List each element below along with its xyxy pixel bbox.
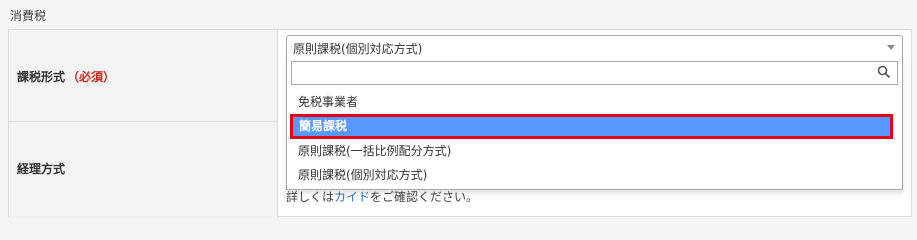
select-current-value: 原則課税(個別対応方式) [293, 42, 423, 56]
option-general-lump-sum[interactable]: 原則課税(一括比例配分方式) [287, 139, 902, 163]
help-text: 詳しくはカイドをご確認ください。 [286, 190, 479, 204]
option-tax-exempt[interactable]: 免税事業者 [287, 90, 902, 114]
accounting-label: 経理方式 [17, 162, 66, 176]
accounting-label-cell: 経理方式 [9, 122, 278, 218]
tax-method-label-cell: 課税形式 （必須） [9, 30, 278, 122]
option-general-individual[interactable]: 原則課税(個別対応方式) [287, 163, 902, 187]
search-input[interactable] [292, 62, 884, 84]
option-simplified-tax[interactable]: 簡易課税 [290, 114, 893, 139]
required-badge: （必須） [67, 70, 116, 84]
chevron-down-icon [887, 45, 895, 50]
search-field[interactable] [291, 61, 898, 85]
tax-method-select[interactable]: 原則課税(個別対応方式) [286, 35, 903, 58]
section-title: 消費税 [10, 9, 47, 23]
tax-method-label: 課税形式 （必須） [17, 70, 116, 84]
search-icon [877, 65, 891, 79]
select-dropdown: 免税事業者 簡易課税 原則課税(一括比例配分方式) 原則課税(個別対応方式) [286, 57, 903, 190]
guide-link[interactable]: カイド [334, 190, 370, 204]
